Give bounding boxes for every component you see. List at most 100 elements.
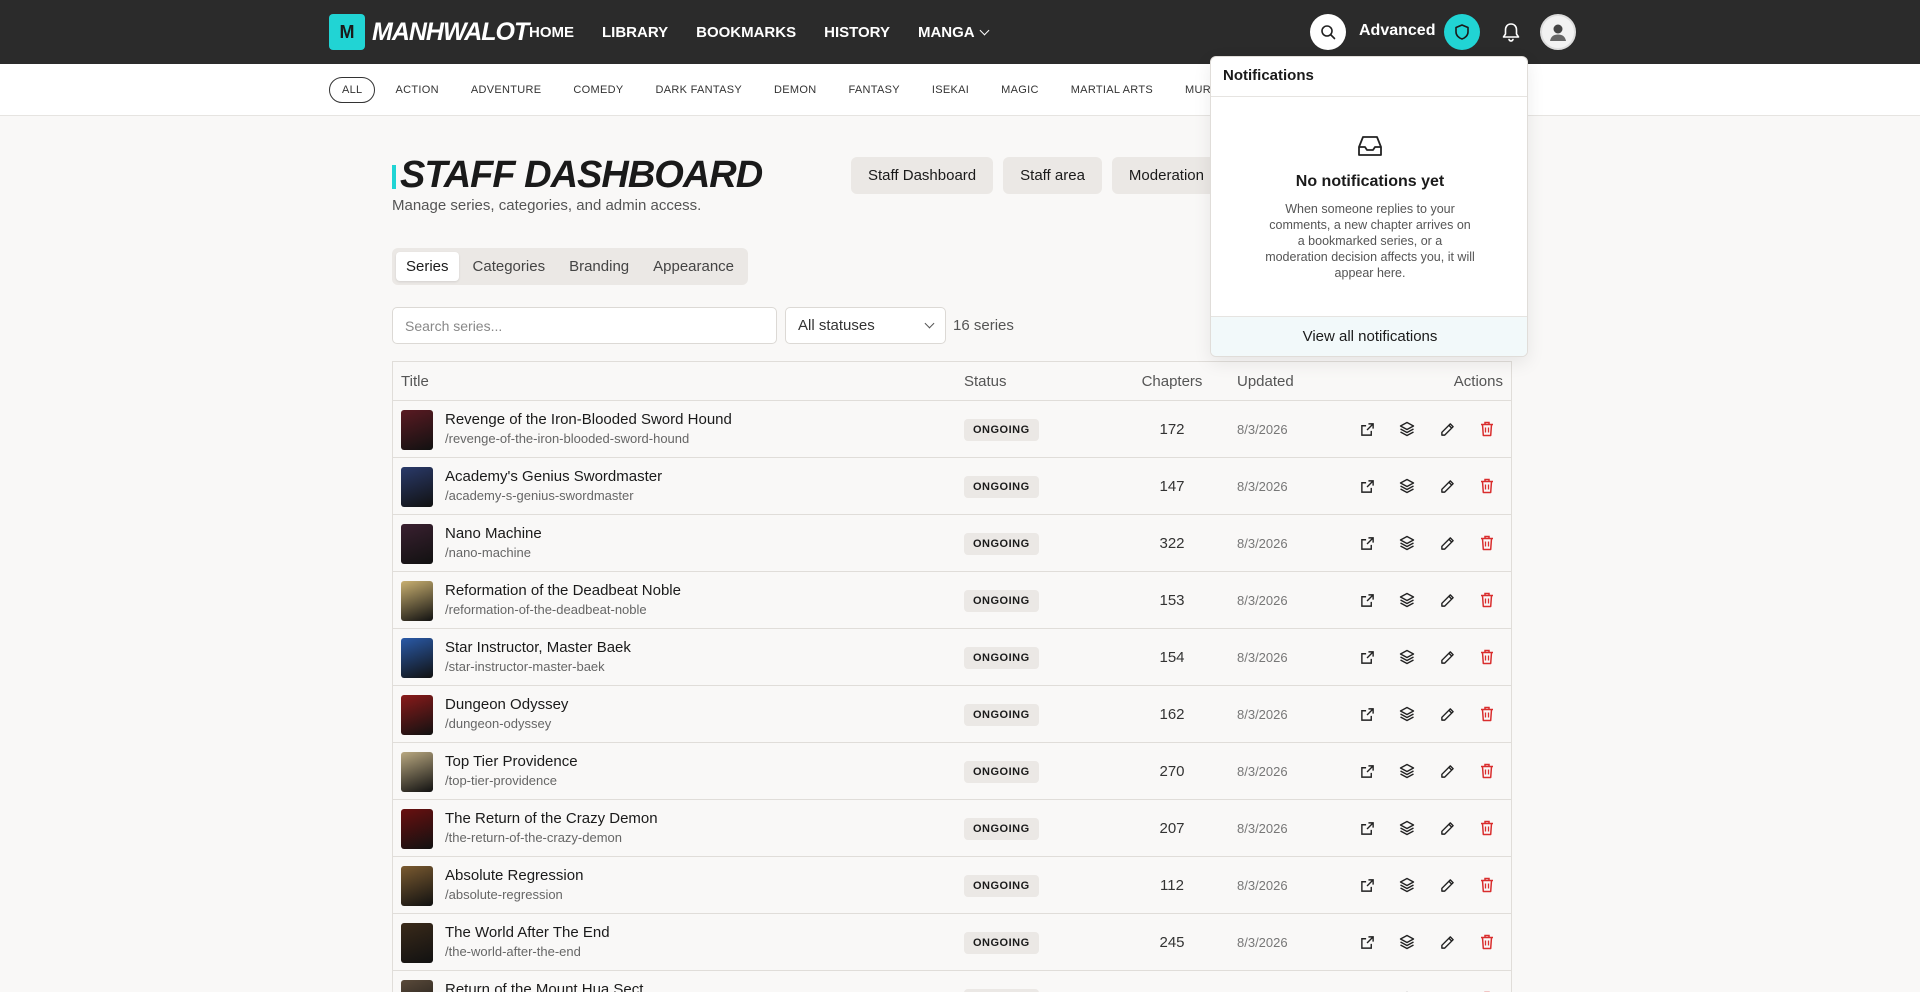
edit-icon[interactable] xyxy=(1435,930,1459,954)
genre-chip[interactable]: ACTION xyxy=(383,78,450,102)
staff-shield-button[interactable] xyxy=(1444,14,1480,50)
external-link-icon[interactable] xyxy=(1355,474,1379,498)
layers-icon[interactable] xyxy=(1395,645,1419,669)
layers-icon[interactable] xyxy=(1395,873,1419,897)
external-link-icon[interactable] xyxy=(1355,531,1379,555)
edit-icon[interactable] xyxy=(1435,987,1459,992)
layers-icon[interactable] xyxy=(1395,588,1419,612)
series-cover-image[interactable] xyxy=(401,638,433,678)
series-title[interactable]: Absolute Regression xyxy=(445,867,583,884)
header-status[interactable]: Status xyxy=(964,373,1007,390)
genre-chip[interactable]: FANTASY xyxy=(836,78,911,102)
table-row[interactable]: Star Instructor, Master Baek/star-instru… xyxy=(393,629,1511,686)
series-cover-image[interactable] xyxy=(401,923,433,963)
delete-icon[interactable] xyxy=(1475,702,1499,726)
genre-chip[interactable]: DARK FANTASY xyxy=(643,78,754,102)
delete-icon[interactable] xyxy=(1475,588,1499,612)
layers-icon[interactable] xyxy=(1395,816,1419,840)
genre-chip-all[interactable]: ALL xyxy=(329,77,376,103)
table-row[interactable]: The World After The End/the-world-after-… xyxy=(393,914,1511,971)
external-link-icon[interactable] xyxy=(1355,816,1379,840)
layers-icon[interactable] xyxy=(1395,987,1419,992)
edit-icon[interactable] xyxy=(1435,531,1459,555)
tab-appearance[interactable]: Appearance xyxy=(643,252,744,281)
genre-chip[interactable]: COMEDY xyxy=(561,78,635,102)
table-row[interactable]: Reformation of the Deadbeat Noble/reform… xyxy=(393,572,1511,629)
series-cover-image[interactable] xyxy=(401,980,433,992)
series-cover-image[interactable] xyxy=(401,866,433,906)
table-row[interactable]: Return of the Mount Hua Sect/return-of-t… xyxy=(393,971,1511,992)
logo-text[interactable]: MANHWALOT xyxy=(372,18,529,46)
delete-icon[interactable] xyxy=(1475,531,1499,555)
layers-icon[interactable] xyxy=(1395,759,1419,783)
genre-chip[interactable]: ADVENTURE xyxy=(459,78,554,102)
series-title[interactable]: Revenge of the Iron-Blooded Sword Hound xyxy=(445,411,732,428)
edit-icon[interactable] xyxy=(1435,759,1459,783)
series-cover-image[interactable] xyxy=(401,410,433,450)
layers-icon[interactable] xyxy=(1395,702,1419,726)
user-avatar[interactable] xyxy=(1540,14,1576,50)
series-search-input[interactable] xyxy=(392,307,777,344)
genre-chip[interactable]: MAGIC xyxy=(989,78,1051,102)
layers-icon[interactable] xyxy=(1395,417,1419,441)
series-cover-image[interactable] xyxy=(401,467,433,507)
table-row[interactable]: Top Tier Providence/top-tier-providence O… xyxy=(393,743,1511,800)
delete-icon[interactable] xyxy=(1475,474,1499,498)
external-link-icon[interactable] xyxy=(1355,930,1379,954)
edit-icon[interactable] xyxy=(1435,474,1459,498)
genre-chip[interactable]: DEMON xyxy=(762,78,828,102)
edit-icon[interactable] xyxy=(1435,702,1459,726)
series-title[interactable]: Top Tier Providence xyxy=(445,753,578,770)
header-updated[interactable]: Updated xyxy=(1237,373,1294,390)
table-row[interactable]: Academy's Genius Swordmaster/academy-s-g… xyxy=(393,458,1511,515)
edit-icon[interactable] xyxy=(1435,645,1459,669)
table-row[interactable]: Absolute Regression/absolute-regression O… xyxy=(393,857,1511,914)
moderation-button[interactable]: Moderation xyxy=(1111,157,1221,194)
nav-manga[interactable]: MANGA xyxy=(918,24,990,41)
header-title[interactable]: Title xyxy=(401,373,429,390)
series-cover-image[interactable] xyxy=(401,752,433,792)
delete-icon[interactable] xyxy=(1475,930,1499,954)
status-select[interactable]: All statuses xyxy=(785,307,946,344)
series-title[interactable]: Return of the Mount Hua Sect xyxy=(445,981,643,992)
nav-bookmarks[interactable]: BOOKMARKS xyxy=(696,24,796,41)
external-link-icon[interactable] xyxy=(1355,417,1379,441)
edit-icon[interactable] xyxy=(1435,588,1459,612)
nav-history[interactable]: HISTORY xyxy=(824,24,890,41)
external-link-icon[interactable] xyxy=(1355,759,1379,783)
external-link-icon[interactable] xyxy=(1355,702,1379,726)
layers-icon[interactable] xyxy=(1395,474,1419,498)
series-title[interactable]: The Return of the Crazy Demon xyxy=(445,810,658,827)
delete-icon[interactable] xyxy=(1475,417,1499,441)
advanced-search-link[interactable]: Advanced xyxy=(1359,22,1435,40)
logo-icon[interactable]: M xyxy=(329,14,365,50)
series-title[interactable]: Star Instructor, Master Baek xyxy=(445,639,631,656)
notifications-button[interactable] xyxy=(1498,19,1524,45)
series-cover-image[interactable] xyxy=(401,695,433,735)
external-link-icon[interactable] xyxy=(1355,987,1379,992)
tab-categories[interactable]: Categories xyxy=(463,252,556,281)
tab-series[interactable]: Series xyxy=(396,252,459,281)
delete-icon[interactable] xyxy=(1475,759,1499,783)
genre-chip[interactable]: ISEKAI xyxy=(920,78,981,102)
layers-icon[interactable] xyxy=(1395,930,1419,954)
table-row[interactable]: Nano Machine/nano-machine ONGOING 322 8/3/2… xyxy=(393,515,1511,572)
header-chapters[interactable]: Chapters xyxy=(1137,373,1207,390)
tab-branding[interactable]: Branding xyxy=(559,252,639,281)
edit-icon[interactable] xyxy=(1435,417,1459,441)
series-cover-image[interactable] xyxy=(401,809,433,849)
search-button[interactable] xyxy=(1310,14,1346,50)
series-title[interactable]: Academy's Genius Swordmaster xyxy=(445,468,662,485)
table-row[interactable]: Dungeon Odyssey/dungeon-odyssey ONGOING 16… xyxy=(393,686,1511,743)
series-title[interactable]: Reformation of the Deadbeat Noble xyxy=(445,582,681,599)
layers-icon[interactable] xyxy=(1395,531,1419,555)
staff-dashboard-button[interactable]: Staff Dashboard xyxy=(851,157,994,194)
delete-icon[interactable] xyxy=(1475,645,1499,669)
nav-library[interactable]: LIBRARY xyxy=(602,24,668,41)
view-all-notifications-link[interactable]: View all notifications xyxy=(1211,316,1527,356)
staff-area-button[interactable]: Staff area xyxy=(1003,157,1102,194)
edit-icon[interactable] xyxy=(1435,873,1459,897)
delete-icon[interactable] xyxy=(1475,873,1499,897)
edit-icon[interactable] xyxy=(1435,816,1459,840)
nav-home[interactable]: HOME xyxy=(529,24,574,41)
